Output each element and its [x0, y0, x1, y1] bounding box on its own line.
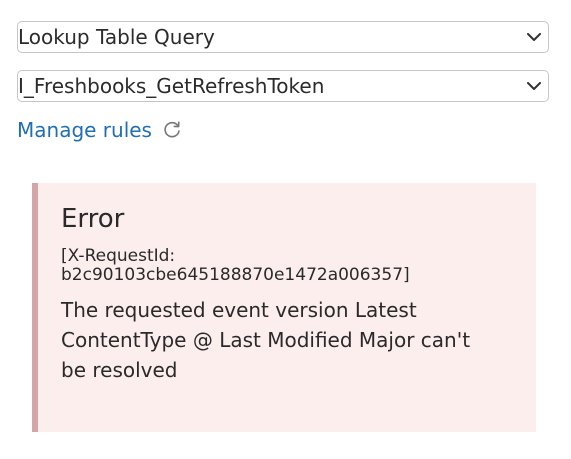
error-alert: Error [X-RequestId: b2c90103cbe645188870…: [32, 183, 536, 432]
chevron-down-icon: [520, 22, 548, 52]
manage-rules-link[interactable]: Manage rules: [17, 118, 152, 142]
chevron-down-icon: [520, 71, 548, 101]
error-message: The requested event version Latest Conte…: [61, 298, 471, 382]
refresh-icon[interactable]: [161, 119, 183, 141]
rule-config-panel: Lookup Table Query I_Freshbooks_GetRefre…: [0, 0, 571, 459]
error-title: Error: [61, 204, 125, 234]
error-request-id-value: b2c90103cbe645188870e1472a006357]: [61, 265, 410, 285]
error-request-id-label: [X-RequestId:: [61, 246, 176, 266]
manage-rules-row: Manage rules: [17, 114, 183, 146]
query-type-select[interactable]: Lookup Table Query: [17, 21, 549, 53]
query-type-value: Lookup Table Query: [18, 25, 215, 49]
query-name-value: I_Freshbooks_GetRefreshToken: [18, 74, 325, 98]
error-request-id: [X-RequestId: b2c90103cbe645188870e1472a…: [61, 247, 512, 285]
query-name-select[interactable]: I_Freshbooks_GetRefreshToken: [17, 70, 549, 102]
